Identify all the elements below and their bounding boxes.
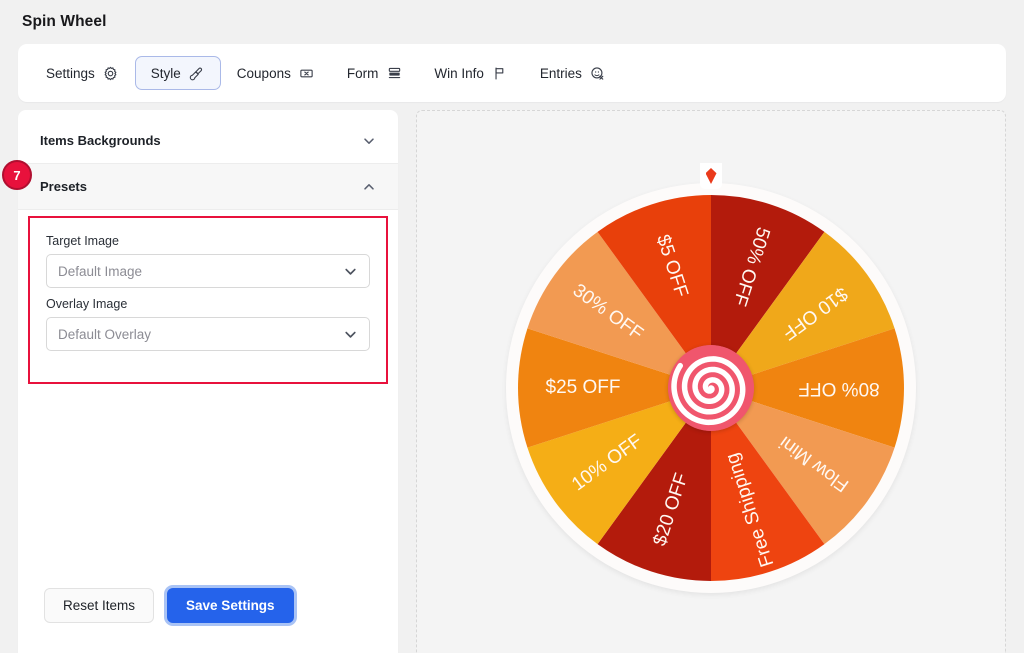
tab-win-info[interactable]: Win Info xyxy=(418,56,524,90)
accordion-presets-label: Presets xyxy=(40,179,87,194)
tab-entries[interactable]: Entries xyxy=(524,56,622,90)
flag-icon xyxy=(492,65,508,81)
brush-icon xyxy=(189,65,205,81)
save-settings-button[interactable]: Save Settings xyxy=(167,587,294,623)
spin-wheel[interactable]: 50% OFF $10 OFF 80% OFF Flow Mini Free Shipp… xyxy=(501,163,921,603)
pointer-diamond-icon xyxy=(705,168,717,184)
spiral-hub[interactable] xyxy=(668,345,754,431)
wheel-segment-label: 80% OFF xyxy=(798,378,879,399)
chevron-down-icon xyxy=(362,134,376,148)
tab-form[interactable]: Form xyxy=(331,56,419,90)
form-icon xyxy=(386,65,402,81)
wheel-preview-area: 50% OFF $10 OFF 80% OFF Flow Mini Free Shipp… xyxy=(416,110,1006,653)
tab-coupons[interactable]: Coupons xyxy=(221,56,331,90)
accordion-presets[interactable]: Presets xyxy=(18,164,398,210)
target-image-value: Default Image xyxy=(58,263,143,279)
tab-label: Coupons xyxy=(236,65,291,81)
presets-panel: Target Image Default Image Overlay Image… xyxy=(28,216,388,384)
panel-footer: Reset Items Save Settings xyxy=(18,557,398,653)
chevron-up-icon xyxy=(362,180,376,194)
tab-bar: Settings Style Coupons Form Win Info Entries xyxy=(18,44,1006,102)
wheel-segment-label: $25 OFF xyxy=(546,377,621,398)
user-check-icon xyxy=(590,65,606,81)
pointer-marker xyxy=(700,163,722,189)
settings-accordion: Items Backgrounds Presets Target Image D… xyxy=(18,110,398,384)
step-badge-7: 7 xyxy=(2,160,32,190)
tab-settings[interactable]: Settings xyxy=(30,56,135,90)
tab-label: Win Info xyxy=(434,65,484,81)
chevron-down-icon xyxy=(343,327,358,342)
tab-label: Entries xyxy=(539,65,582,81)
target-image-select[interactable]: Default Image xyxy=(46,254,370,288)
tab-label: Style xyxy=(150,65,181,81)
target-image-label: Target Image xyxy=(46,234,119,248)
overlay-image-select[interactable]: Default Overlay xyxy=(46,317,370,351)
accordion-items-backgrounds-label: Items Backgrounds xyxy=(40,133,161,148)
spiral-icon xyxy=(668,345,754,431)
chevron-down-icon xyxy=(343,264,358,279)
workspace: 7 Items Backgrounds Presets Target Image… xyxy=(0,110,1024,653)
overlay-image-label: Overlay Image xyxy=(46,297,128,311)
page-title: Spin Wheel xyxy=(22,13,107,30)
reset-items-button[interactable]: Reset Items xyxy=(44,587,155,623)
tab-label: Form xyxy=(346,65,379,81)
ticket-icon xyxy=(299,65,315,81)
gear-icon xyxy=(103,65,119,81)
overlay-image-value: Default Overlay xyxy=(58,326,152,342)
style-settings-panel: 7 Items Backgrounds Presets Target Image… xyxy=(2,110,398,653)
tab-label: Settings xyxy=(46,65,95,81)
page-header: Spin Wheel xyxy=(0,0,1024,44)
accordion-items-backgrounds[interactable]: Items Backgrounds xyxy=(18,118,398,164)
tab-style[interactable]: Style xyxy=(134,56,221,90)
